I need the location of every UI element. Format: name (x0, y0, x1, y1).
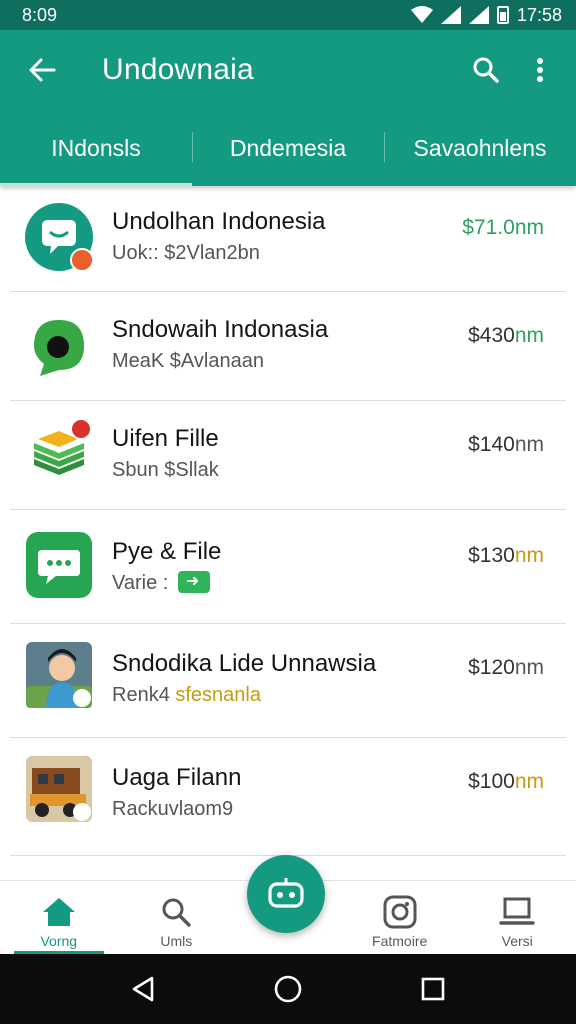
assistant-fab-button[interactable] (247, 855, 325, 933)
more-vert-icon (537, 58, 543, 82)
robot-icon (268, 878, 304, 908)
tab-label: Savaohnlens (413, 134, 547, 161)
tab-label: Dndemesia (229, 134, 347, 161)
signal-icon-2 (468, 6, 489, 24)
laptop-icon (499, 897, 535, 925)
signal-icon (440, 6, 461, 24)
list-item[interactable]: Pye & File Varie : $130nm (0, 510, 576, 624)
tab-savaohnlens[interactable]: Savaohnlens (384, 110, 576, 186)
price-unit: nm (514, 544, 544, 567)
item-subtitle: Uok:: $2Vlan2bn (112, 242, 260, 264)
price-unit: nm (514, 656, 544, 679)
list-item[interactable]: Sndowaih Indonasia MeaK $Avlanaan $430nm (0, 292, 576, 401)
system-home-button[interactable] (268, 969, 308, 1009)
price-value: $71.0 (462, 216, 515, 239)
status-bar: 8:09 17:58 (0, 0, 576, 30)
item-price: $120nm (468, 656, 544, 680)
subtitle-text: Varie : (112, 572, 169, 594)
item-price: $140nm (468, 433, 544, 457)
price-unit: nm (514, 770, 544, 793)
price-unit: nm (514, 324, 544, 347)
nav-label: Vorng (40, 933, 78, 949)
circle-home-icon (274, 975, 302, 1003)
nav-laptop[interactable]: Versi (458, 881, 576, 954)
truck-photo-icon (26, 756, 92, 822)
stack-layers-icon (34, 418, 92, 475)
nav-label: Umls (160, 933, 193, 949)
price-value: $120 (468, 656, 515, 679)
search-icon (473, 57, 499, 83)
item-name: Pye & File (112, 538, 222, 565)
price-unit: nm (514, 433, 544, 456)
back-button[interactable] (22, 50, 62, 90)
price-value: $430 (468, 324, 515, 347)
price-value: $140 (468, 433, 515, 456)
nav-search[interactable]: Umls (118, 881, 236, 954)
list-item[interactable]: Sndodika Lide Unnawsia Renk4 sfesnanla $… (0, 624, 576, 738)
item-name: Undolhan Indonesia (112, 208, 326, 235)
status-icons: 17:58 (410, 4, 562, 26)
item-subtitle: Varie : (112, 570, 210, 595)
tab-indonsls[interactable]: INdonsls (0, 110, 192, 186)
item-subtitle: Renk4 sfesnanla (112, 684, 261, 707)
item-subtitle: Rackuvlaom9 (112, 798, 234, 820)
nav-camera[interactable]: Fatmoire (341, 881, 459, 954)
list-item[interactable]: Uifen Fille Sbun $Sllak $140nm (0, 401, 576, 510)
system-recents-button[interactable] (413, 969, 453, 1009)
message-box-icon (26, 532, 92, 598)
status-time: 8:09 (22, 4, 58, 25)
price-value: $100 (468, 770, 515, 793)
forward-badge-icon (177, 570, 210, 593)
item-price: $71.0nm (462, 216, 544, 240)
subtitle-text: Renk4 (112, 684, 170, 706)
price-unit: nm (514, 216, 544, 239)
subtitle-highlight: sfesnanla (175, 684, 261, 706)
nav-label: Fatmoire (372, 933, 428, 949)
more-options-button[interactable] (528, 50, 552, 90)
app-bar: Undownaia (0, 30, 576, 110)
chat-bubble-icon (25, 203, 94, 272)
tab-bar: INdonsls Dndemesia Savaohnlens (0, 110, 576, 186)
item-name: Sndowaih Indonasia (112, 316, 329, 343)
item-name: Uaga Filann (112, 764, 242, 791)
search-icon (162, 898, 192, 927)
camera-icon (383, 895, 417, 929)
avatar-portrait-icon (26, 642, 92, 708)
arrow-left-icon (29, 58, 56, 82)
price-value: $130 (468, 544, 515, 567)
triangle-back-icon (132, 976, 153, 1002)
system-back-button[interactable] (123, 969, 163, 1009)
item-price: $130nm (468, 544, 544, 568)
battery-icon (496, 6, 509, 24)
nav-home[interactable]: Vorng (0, 881, 118, 954)
list-item[interactable]: Undolhan Indonesia Uok:: $2Vlan2bn $71.0… (0, 186, 576, 292)
green-message-icon (34, 320, 84, 376)
item-price: $100nm (468, 770, 544, 794)
list-item[interactable]: Uaga Filann Rackuvlaom9 $100nm (0, 738, 576, 856)
search-button[interactable] (466, 50, 506, 90)
wifi-icon (410, 6, 433, 23)
home-icon (42, 898, 75, 926)
system-nav-bar (0, 954, 576, 1024)
item-name: Sndodika Lide Unnawsia (112, 650, 377, 677)
item-price: $430nm (468, 324, 544, 348)
page-title: Undownaia (102, 53, 254, 86)
square-recents-icon (422, 977, 445, 1001)
status-clock: 17:58 (516, 4, 562, 25)
tab-dndemesia[interactable]: Dndemesia (192, 110, 384, 186)
item-subtitle: MeaK $Avlanaan (112, 350, 264, 372)
nav-label: Versi (501, 933, 533, 949)
tab-label: INdonsls (51, 134, 141, 161)
item-subtitle: Sbun $Sllak (112, 459, 219, 481)
item-name: Uifen Fille (112, 425, 219, 452)
